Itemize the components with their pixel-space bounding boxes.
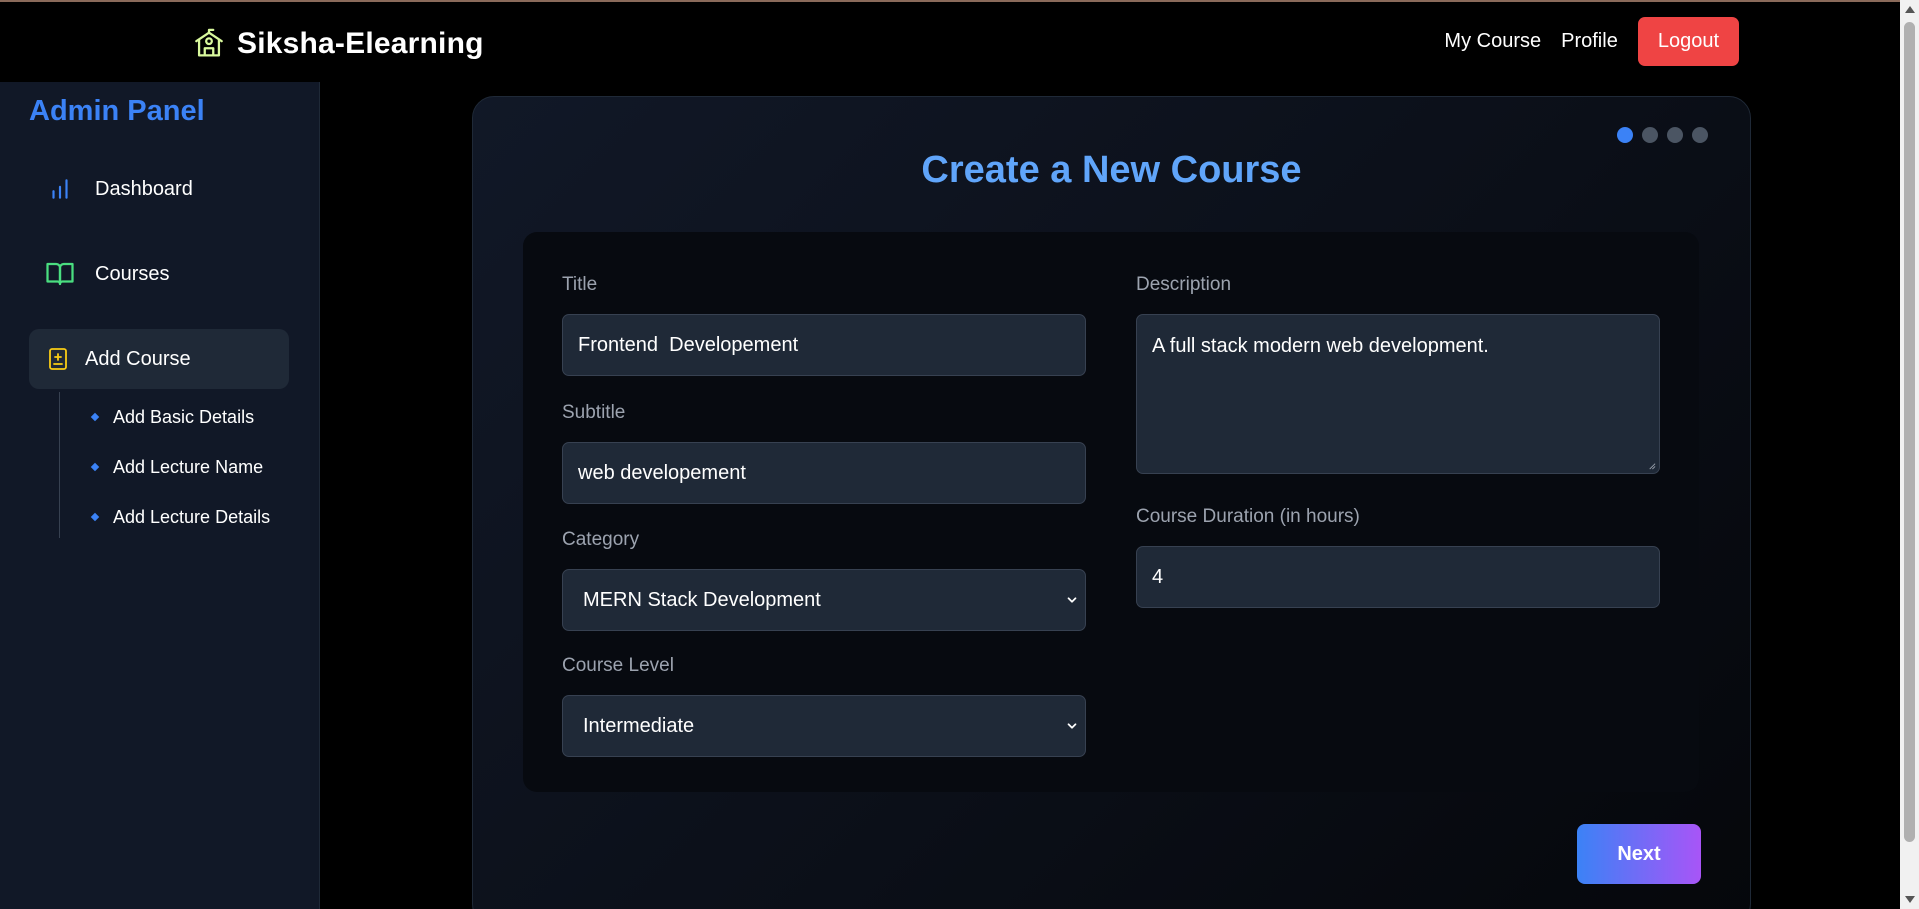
sidebar-item-courses[interactable]: Courses (29, 244, 289, 304)
sidebar-item-label: Courses (95, 262, 170, 285)
step-dot-4 (1692, 127, 1708, 143)
top-navbar: Siksha-Elearning My Course Profile Logou… (0, 2, 1900, 82)
admin-sidebar: Admin Panel Dashboard Courses Add Course (0, 82, 320, 909)
book-plus-icon (43, 344, 73, 374)
duration-input-value: 4 (1152, 565, 1164, 588)
description-textarea[interactable]: A full stack modern web development. (1136, 314, 1660, 474)
bullet-icon (90, 462, 100, 472)
scroll-down-icon[interactable] (1905, 896, 1915, 903)
step-dot-2 (1642, 127, 1658, 143)
bullet-icon (90, 412, 100, 422)
subtitle-input[interactable]: web developement (562, 442, 1086, 504)
sidebar-item-label: Dashboard (95, 177, 193, 200)
next-button[interactable]: Next (1577, 824, 1701, 884)
submenu-item-lecture-details[interactable]: Add Lecture Details (90, 502, 271, 532)
sidebar-item-add-course[interactable]: Add Course (29, 329, 289, 389)
sidebar-item-dashboard[interactable]: Dashboard (29, 159, 289, 219)
submenu-item-label: Add Basic Details (113, 406, 255, 427)
course-level-label: Course Level (562, 655, 674, 676)
school-icon (191, 26, 227, 62)
submenu-item-basic-details[interactable]: Add Basic Details (90, 402, 255, 432)
course-level-select[interactable]: Intermediate (562, 695, 1086, 757)
title-label: Title (562, 274, 598, 295)
description-label: Description (1136, 274, 1232, 295)
brand[interactable]: Siksha-Elearning (191, 24, 484, 64)
bar-chart-icon (45, 174, 75, 204)
logout-button[interactable]: Logout (1637, 17, 1739, 66)
duration-input[interactable]: 4 (1136, 546, 1660, 608)
category-label: Category (562, 529, 640, 550)
submenu-divider (59, 392, 60, 538)
create-course-card: Create a New Course Title Frontend Devel… (472, 96, 1751, 909)
subtitle-input-value: web developement (578, 461, 746, 484)
profile-link[interactable]: Profile (1561, 30, 1618, 53)
header-nav: My Course Profile Logout (1444, 17, 1739, 66)
page-title: Create a New Course (921, 149, 1302, 191)
title-input-value: Frontend Developement (578, 333, 799, 356)
step-dot-3 (1667, 127, 1683, 143)
subtitle-label: Subtitle (562, 402, 626, 423)
description-textarea-value: A full stack modern web development. (1152, 335, 1489, 357)
sidebar-item-label: Add Course (85, 347, 191, 370)
duration-label: Course Duration (in hours) (1136, 506, 1360, 527)
course-form: Title Frontend Developement Subtitle web… (523, 232, 1699, 792)
bullet-icon (90, 512, 100, 522)
category-select[interactable]: MERN Stack Development (562, 569, 1086, 631)
scroll-up-icon[interactable] (1905, 6, 1915, 13)
brand-name: Siksha-Elearning (237, 27, 484, 60)
submenu-item-label: Add Lecture Name (113, 456, 264, 477)
chevron-down-icon (1067, 597, 1077, 603)
sidebar-title: Admin Panel (29, 95, 205, 127)
course-level-select-value: Intermediate (583, 714, 695, 737)
submenu-item-lecture-name[interactable]: Add Lecture Name (90, 452, 264, 482)
resize-handle-icon[interactable] (1647, 461, 1656, 470)
step-dot-1 (1617, 127, 1633, 143)
chevron-down-icon (1067, 723, 1077, 729)
my-course-link[interactable]: My Course (1444, 30, 1541, 53)
scrollbar-thumb[interactable] (1904, 22, 1915, 842)
title-input[interactable]: Frontend Developement (562, 314, 1086, 376)
submenu-item-label: Add Lecture Details (113, 506, 271, 527)
page-scrollbar[interactable] (1900, 0, 1919, 909)
step-indicator (1617, 127, 1708, 143)
category-select-value: MERN Stack Development (583, 588, 821, 611)
book-open-icon (45, 259, 75, 289)
